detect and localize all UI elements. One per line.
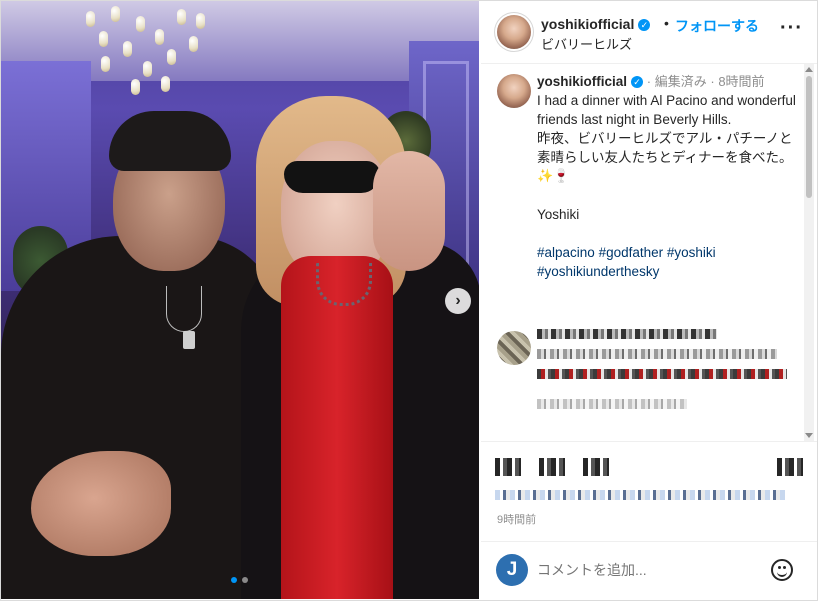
emoji-smile-icon[interactable] (771, 559, 793, 581)
caption-body: yoshikiofficial ✓ · 編集済み · 8時間前 I had a d… (537, 74, 796, 279)
carousel-next-button[interactable]: › (445, 288, 471, 314)
save-icon[interactable] (777, 458, 803, 476)
author-username[interactable]: yoshikiofficial (541, 16, 634, 32)
redacted-comment-line (537, 399, 687, 409)
redacted-comment-line (537, 349, 777, 359)
author-avatar[interactable] (497, 15, 531, 49)
current-user-avatar: J (496, 554, 528, 586)
header-separator: • (664, 15, 669, 31)
scroll-up-arrow-icon[interactable] (805, 67, 813, 72)
redacted-comment-line (537, 329, 717, 339)
caption-time[interactable]: 8時間前 (718, 74, 764, 89)
caption-text-ja: 昨夜、ビバリーヒルズでアル・パチーノと素晴らしい友人たちとディナーを食べた。 (537, 131, 793, 165)
comment-input[interactable] (537, 562, 757, 578)
caption-text-en: I had a dinner with Al Pacino and wonder… (537, 93, 796, 127)
hashtag-link[interactable]: #alpacino (537, 245, 595, 260)
location-link[interactable]: ビバリーヒルズ (541, 34, 632, 53)
sunglasses (284, 161, 380, 193)
hashtag-link[interactable]: #yoshikiunderthesky (537, 264, 659, 279)
post-timestamp[interactable]: 9時間前 (497, 511, 536, 527)
verified-badge-icon: ✓ (638, 19, 651, 31)
comments-scroll-area[interactable]: yoshikiofficial ✓ · 編集済み · 8時間前 I had a d… (481, 64, 803, 441)
photo-chandelier (81, 1, 211, 101)
comment-composer: J (481, 541, 817, 600)
share-icon[interactable] (583, 458, 609, 476)
caption-signature: Yoshiki (537, 207, 580, 222)
hashtag-link[interactable]: #yoshiki (667, 245, 716, 260)
caption-username[interactable]: yoshikiofficial (537, 74, 627, 89)
chevron-right-icon: › (455, 292, 461, 309)
comment-icon[interactable] (539, 458, 565, 476)
person-right-hand (373, 151, 445, 271)
post-side-panel: yoshikiofficial ✓ • フォローする ビバリーヒルズ ··· yo… (481, 1, 817, 599)
scrollbar-thumb[interactable] (806, 76, 812, 198)
caption: yoshikiofficial ✓ · 編集済み · 8時間前 I had a d… (497, 72, 797, 281)
caption-avatar[interactable] (497, 74, 531, 108)
person-left-hair (109, 111, 231, 171)
post-photo[interactable]: › (1, 1, 479, 599)
hashtag-link[interactable]: #godfather (599, 245, 664, 260)
post-actions: 9時間前 (481, 441, 817, 542)
redacted-comment-line (537, 369, 787, 379)
red-scarf (281, 256, 393, 599)
caption-edited-label: 編集済み (654, 74, 707, 89)
commenter-avatar[interactable] (497, 331, 531, 365)
carousel-dots (231, 577, 248, 583)
more-options-icon[interactable]: ··· (780, 17, 803, 40)
carousel-dot-1 (231, 577, 237, 583)
dog-tag (183, 331, 195, 349)
follow-button[interactable]: フォローする (675, 16, 759, 36)
necklace-chain (166, 286, 202, 332)
caption-emoji: ✨🍷 (537, 169, 570, 184)
comments-scrollbar[interactable] (804, 64, 814, 441)
carousel-dot-2 (242, 577, 248, 583)
pearl-necklace (316, 263, 372, 306)
scroll-down-arrow-icon[interactable] (805, 433, 813, 438)
redacted-likes-line (495, 490, 785, 500)
post-header: yoshikiofficial ✓ • フォローする ビバリーヒルズ ··· (481, 1, 817, 64)
verified-badge-icon: ✓ (631, 76, 644, 88)
author-username-link[interactable]: yoshikiofficial ✓ (541, 16, 651, 32)
like-icon[interactable] (495, 458, 521, 476)
